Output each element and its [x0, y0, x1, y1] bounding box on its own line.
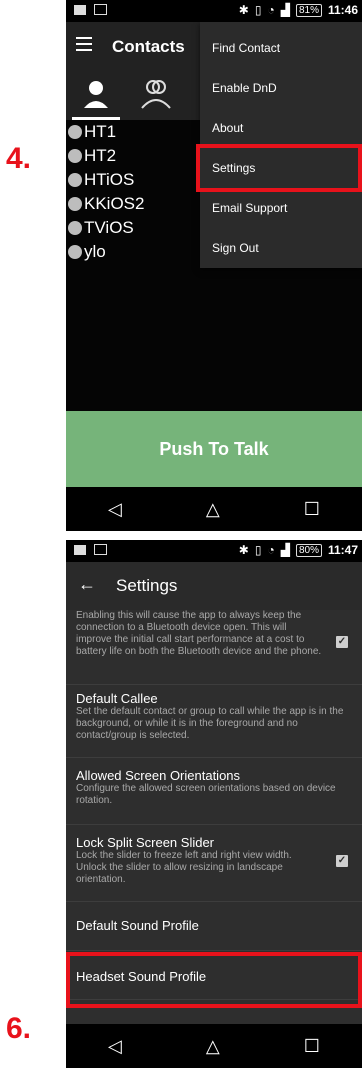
pref-default-sound-profile[interactable]: Default Sound Profile	[66, 902, 362, 951]
wifi-icon: ◔	[267, 543, 275, 557]
pref-title: Lock Split Screen Slider	[76, 835, 215, 850]
checkbox-checked-icon[interactable]: ✓	[336, 855, 348, 867]
back-icon[interactable]: ◁	[108, 499, 122, 520]
step-label-6: 6.	[6, 1012, 32, 1045]
contact-name: ylo	[84, 242, 106, 261]
back-icon[interactable]: ◁	[108, 1036, 122, 1057]
home-icon[interactable]: △	[206, 499, 220, 520]
menu-item-email-support[interactable]: Email Support	[200, 188, 362, 228]
status-dot-icon	[68, 149, 82, 163]
pref-default-callee[interactable]: Default Callee Set the default contact o…	[66, 685, 362, 758]
battery-icon: 81%	[295, 3, 322, 17]
contacts-screen: ✱ ▯ ◔ ▟ 81% 11:46 Contacts HT1 HT2 HTiOS…	[66, 0, 362, 531]
status-dot-icon	[68, 245, 82, 259]
contact-name: HT1	[84, 122, 117, 141]
page-title: Contacts	[112, 37, 185, 56]
clock: 11:47	[327, 543, 358, 557]
home-icon[interactable]: △	[206, 1036, 220, 1057]
checkbox-checked-icon[interactable]: ✓	[336, 636, 348, 648]
person-icon	[84, 81, 108, 108]
group-icon	[141, 80, 171, 109]
pref-description: Lock the slider to freeze left and right…	[76, 850, 292, 885]
vibrate-icon: ▯	[254, 3, 262, 17]
pref-bluetooth-keep-connection[interactable]: Enabling this will cause the app to alwa…	[66, 610, 362, 685]
settings-list: Enabling this will cause the app to alwa…	[66, 610, 362, 1000]
status-dot-icon	[68, 221, 82, 235]
status-bar: ✱ ▯ ◔ ▟ 80% 11:47	[66, 540, 362, 562]
status-dot-icon	[68, 125, 82, 139]
notification-icon	[74, 544, 86, 555]
page-title: Settings	[116, 576, 178, 595]
push-to-talk-button[interactable]: Push To Talk	[66, 411, 362, 487]
menu-item-find-contact[interactable]: Find Contact	[200, 28, 362, 68]
contact-name: HTiOS	[84, 170, 135, 189]
pref-allowed-orientations[interactable]: Allowed Screen Orientations Configure th…	[66, 758, 362, 825]
pref-title: Default Callee	[76, 691, 158, 706]
pref-description: Enabling this will cause the app to alwa…	[76, 610, 322, 657]
signal-icon: ▟	[280, 543, 290, 557]
tab-groups[interactable]	[126, 72, 186, 120]
settings-screen: ✱ ▯ ◔ ▟ 80% 11:47 ← Settings Enabling th…	[66, 540, 362, 1068]
nav-bar: ◁ △ ☐	[66, 487, 362, 531]
recents-icon[interactable]: ☐	[304, 499, 320, 520]
recents-icon[interactable]: ☐	[304, 1036, 320, 1057]
status-dot-icon	[68, 197, 82, 211]
clock: 11:46	[327, 3, 358, 17]
status-bar: ✱ ▯ ◔ ▟ 81% 11:46	[66, 0, 362, 22]
back-arrow-icon[interactable]: ←	[78, 574, 96, 595]
image-icon	[94, 544, 107, 555]
status-dot-icon	[68, 173, 82, 187]
menu-item-enable-dnd[interactable]: Enable DnD	[200, 68, 362, 108]
contact-name: KKiOS2	[84, 194, 145, 213]
pref-description: Set the default contact or group to call…	[76, 706, 344, 741]
signal-icon: ▟	[280, 3, 290, 17]
vibrate-icon: ▯	[254, 543, 262, 557]
menu-icon[interactable]	[76, 37, 92, 55]
step-label-4: 4.	[6, 142, 32, 175]
highlight-headset-sound-profile	[66, 952, 362, 1008]
pref-title: Allowed Screen Orientations	[76, 768, 241, 783]
contact-name: TViOS	[84, 218, 134, 237]
bluetooth-icon: ✱	[238, 543, 249, 557]
pref-title: Default Sound Profile	[76, 918, 199, 933]
nav-bar: ◁ △ ☐	[66, 1024, 362, 1068]
contact-name: HT2	[84, 146, 117, 165]
battery-icon: 80%	[295, 543, 322, 557]
menu-item-about[interactable]: About	[200, 108, 362, 148]
pref-description: Configure the allowed screen orientation…	[76, 783, 336, 806]
menu-item-sign-out[interactable]: Sign Out	[200, 228, 362, 268]
image-icon	[94, 4, 107, 15]
notification-icon	[74, 4, 86, 15]
highlight-settings	[196, 144, 362, 192]
pref-lock-split-slider[interactable]: Lock Split Screen Slider Lock the slider…	[66, 825, 362, 902]
tab-contacts[interactable]	[66, 72, 126, 120]
app-bar: ← Settings	[66, 562, 362, 610]
bluetooth-icon: ✱	[238, 3, 249, 17]
wifi-icon: ◔	[267, 3, 275, 17]
